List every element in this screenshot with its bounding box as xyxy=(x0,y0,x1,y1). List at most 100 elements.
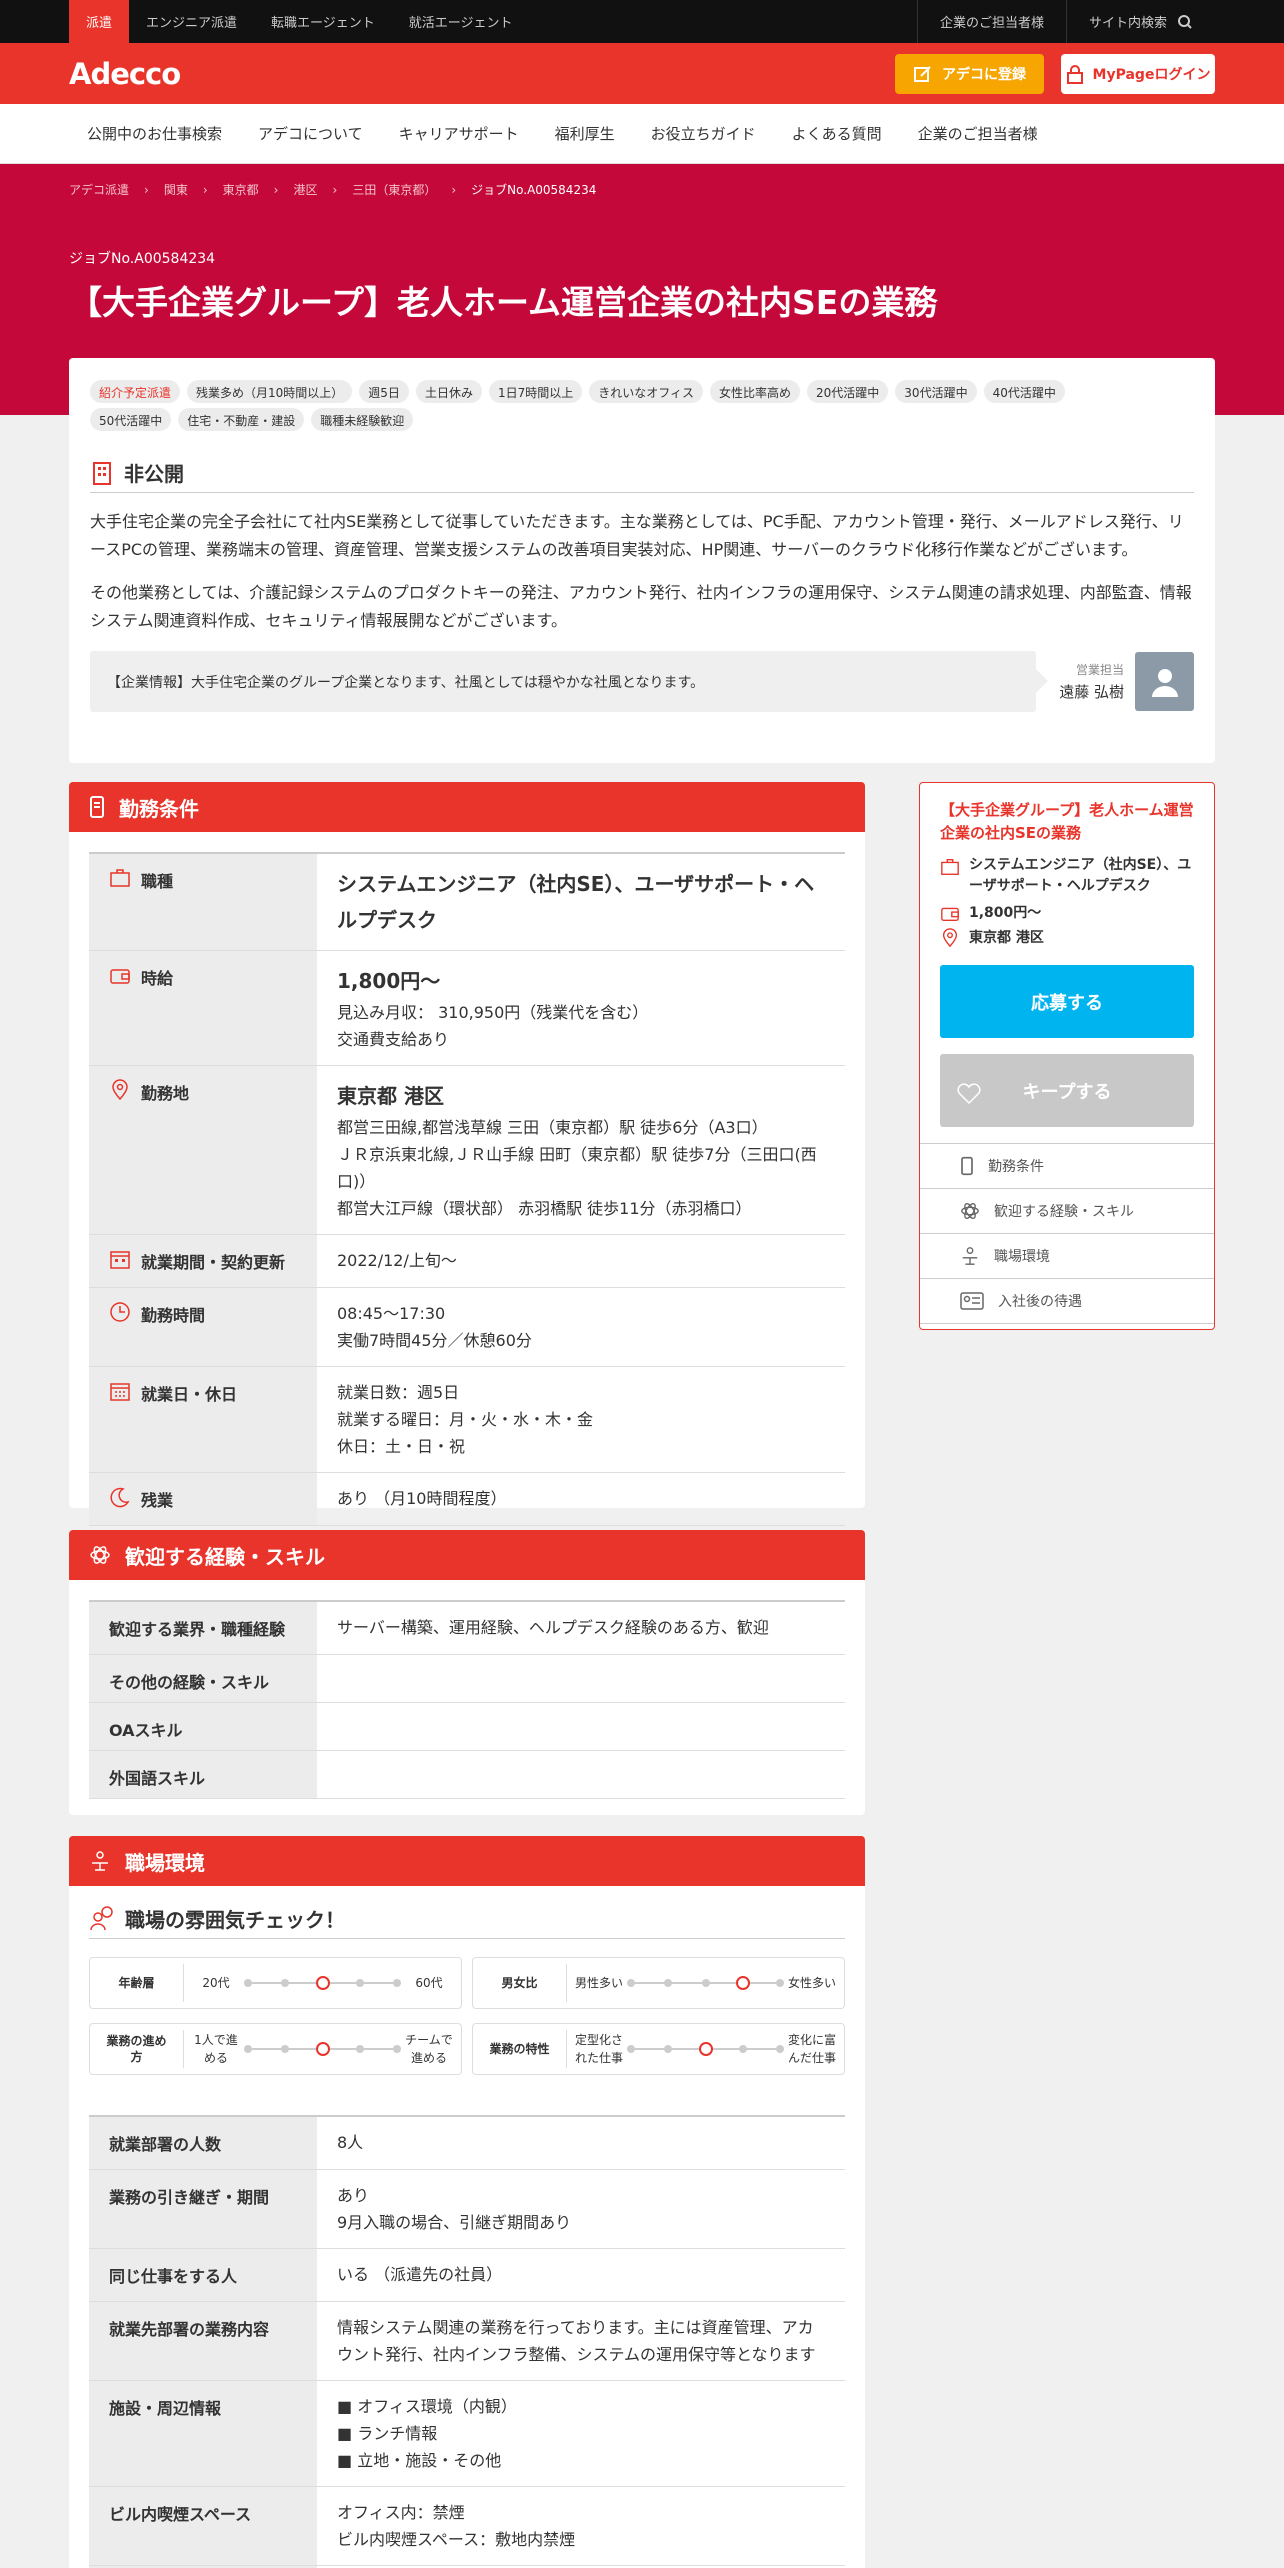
corporate-link[interactable]: 企業のご担当者様 xyxy=(916,0,1066,43)
keep-label: キープする xyxy=(1022,1081,1112,1103)
site-search-label: サイト内検索 xyxy=(1088,16,1167,31)
keep-button[interactable]: キープする xyxy=(940,1054,1194,1127)
site-search-link[interactable]: サイト内検索 xyxy=(1065,0,1215,43)
sidebar-nav-conditions[interactable]: 勤務条件 xyxy=(920,1144,1214,1189)
row-label: その他の経験・スキル xyxy=(89,1655,317,1702)
tag: 土日休み xyxy=(415,380,482,403)
sidebar-nav-skills[interactable]: 歓迎する経験・スキル xyxy=(920,1189,1214,1234)
row-label: 職種 xyxy=(141,872,174,891)
row-label: 外国語スキル xyxy=(89,1751,317,1798)
nav-welfare[interactable]: 福利厚生 xyxy=(537,123,633,144)
table-row: 勤務地 東京都 港区 都営三田線,都営浅草線 三田（東京都）駅 徒歩6分（A3口）… xyxy=(89,1066,845,1235)
row-value xyxy=(317,1655,845,1702)
row-value: いる （派遣先の社員） xyxy=(337,2265,503,2284)
tab-career-agent[interactable]: 転職エージェント xyxy=(254,0,392,43)
sidebar-nav: 勤務条件 歓迎する経験・スキル 職場環境 入社後の待遇 xyxy=(920,1143,1214,1324)
lock-icon xyxy=(1066,64,1083,84)
row-label: 残業 xyxy=(141,1491,174,1510)
skills-table: 歓迎する業界・職種経験 サーバー構築、運用経験、ヘルプデスク経験のある方、歓迎 そ… xyxy=(89,1600,845,1799)
atmosphere-title: 職場の雰囲気チェック！ xyxy=(125,1908,345,1932)
overtime-value: あり （月10時間程度） xyxy=(337,1489,507,1508)
meter-right: 女性多い xyxy=(787,1976,836,1990)
table-row: 残業 あり （月10時間程度） xyxy=(89,1473,845,1526)
meter-right: 60代 xyxy=(415,1976,443,1990)
briefcase-icon xyxy=(941,859,959,875)
apply-button[interactable]: 応募する xyxy=(940,965,1194,1038)
mypage-login-button[interactable]: MyPageログイン xyxy=(1061,53,1215,94)
sidebar-wage-value: 1,800円～ xyxy=(969,905,1042,921)
phone-icon xyxy=(90,796,104,818)
nav-faq[interactable]: よくある質問 xyxy=(774,123,900,144)
sidebar-nav-benefits[interactable]: 入社後の待遇 xyxy=(920,1279,1214,1324)
meter-label: 業務の特性 xyxy=(473,2030,567,2068)
tag: 女性比率高め xyxy=(710,380,801,403)
meter-track xyxy=(244,1974,401,1992)
meter-label: 年齢層 xyxy=(90,1964,184,2002)
table-row: OAスキル xyxy=(89,1703,845,1751)
row-value: 8人 xyxy=(337,2133,364,2152)
row-label: 就業日・休日 xyxy=(141,1385,238,1404)
meter-left: 1人で進める xyxy=(194,2033,238,2065)
breadcrumb-item[interactable]: 港区 xyxy=(293,181,317,198)
wallet-icon xyxy=(110,969,130,984)
edit-icon xyxy=(914,65,931,82)
desk-icon xyxy=(92,1851,108,1871)
header: Adecco アデコに登録 MyPageログイン xyxy=(0,43,1284,104)
table-row: 就業部署の人数 8人 xyxy=(89,2117,845,2170)
meter-step xyxy=(776,1979,784,1987)
sidebar-nav-label: 歓迎する経験・スキル xyxy=(994,1204,1134,1220)
register-button[interactable]: アデコに登録 xyxy=(895,53,1044,94)
meter-step xyxy=(355,1979,364,1987)
table-row: 同じ仕事をする人 いる （派遣先の社員） xyxy=(89,2249,845,2302)
tag: 40代活躍中 xyxy=(983,380,1065,403)
meter-label: 業務の進め方 xyxy=(90,2030,184,2068)
sidebar-nav-workplace[interactable]: 職場環境 xyxy=(920,1234,1214,1279)
staff-name: 遠藤 弘樹 xyxy=(1059,683,1124,701)
meter-marker xyxy=(735,1976,750,1990)
atmosphere-meters: 年齢層 20代 60代 男女比 男性多い 女性多い 業務の進め方 1人で進める … xyxy=(89,1957,845,2075)
breadcrumb-item[interactable]: 関東 xyxy=(164,181,188,198)
meter-step xyxy=(776,2045,784,2053)
facility-link[interactable]: ■ オフィス環境（内観） xyxy=(337,2393,825,2420)
conditions-panel: 勤務条件 職種 システムエンジニア（社内SE）、ユーザサポート・ヘルプデスク 時… xyxy=(69,782,865,1526)
table-row: 外国語スキル xyxy=(89,1751,845,1799)
tag: 残業多め（月10時間以上） xyxy=(187,380,353,403)
table-row: 職種 システムエンジニア（社内SE）、ユーザサポート・ヘルプデスク xyxy=(89,854,845,951)
breadcrumb-item[interactable]: 三田（東京都） xyxy=(352,181,436,198)
transport-note: 交通費支給あり xyxy=(337,1030,450,1049)
meter-step xyxy=(393,2045,401,2053)
sidebar-job-title: 【大手企業グループ】老人ホーム運営企業の社内SEの業務 xyxy=(940,801,1194,842)
page-title: 【大手企業グループ】老人ホーム運営企業の社内SEの業務 xyxy=(69,283,938,322)
row-label: OAスキル xyxy=(89,1703,317,1750)
meter-track xyxy=(627,1974,784,1992)
tag: 30代活躍中 xyxy=(895,380,977,403)
job-type-value: システムエンジニア（社内SE）、ユーザサポート・ヘルプデスク xyxy=(337,872,815,932)
tab-shukatsu-agent[interactable]: 就活エージェント xyxy=(392,0,530,43)
nav-about[interactable]: アデコについて xyxy=(240,123,381,144)
nav-career-support[interactable]: キャリアサポート xyxy=(381,123,537,144)
row-label: 就業先部署の業務内容 xyxy=(89,2302,317,2380)
adecco-logo[interactable]: Adecco xyxy=(69,57,181,91)
nav-corporate[interactable]: 企業のご担当者様 xyxy=(900,123,1056,144)
conditions-header: 勤務条件 xyxy=(69,782,865,832)
row-label: 就業部署の人数 xyxy=(89,2117,317,2169)
facility-link[interactable]: ■ ランチ情報 xyxy=(337,2420,825,2447)
nav-job-search[interactable]: 公開中のお仕事検索 xyxy=(69,123,240,144)
breadcrumb-item[interactable]: 東京都 xyxy=(223,181,259,198)
table-row: 時給 1,800円～ 見込み月収： 310,950円（残業代を含む） 交通費支給あり xyxy=(89,951,845,1066)
station-line: ＪＲ京浜東北線,ＪＲ山手線 田町（東京都）駅 徒歩7分（三田口(西口)） xyxy=(337,1145,817,1191)
facility-link[interactable]: ■ 立地・施設・その他 xyxy=(337,2447,825,2474)
row-value: あり xyxy=(337,2186,370,2205)
meter-step xyxy=(244,2045,252,2053)
tab-haken[interactable]: 派遣 xyxy=(69,0,130,43)
row-label: 同じ仕事をする人 xyxy=(89,2249,317,2301)
sales-staff: 営業担当 遠藤 弘樹 xyxy=(1059,652,1194,711)
meter-track xyxy=(627,2040,784,2058)
nav-guide[interactable]: お役立ちガイド xyxy=(633,123,774,144)
row-value xyxy=(317,1751,845,1798)
tab-engineer-haken[interactable]: エンジニア派遣 xyxy=(129,0,254,43)
tag: 職種未経験歓迎 xyxy=(311,408,414,431)
breadcrumb-item[interactable]: アデコ派遣 xyxy=(69,181,129,198)
atmosphere-heading: 職場の雰囲気チェック！ xyxy=(89,1904,845,1939)
monthly-estimate: 見込み月収： 310,950円（残業代を含む） xyxy=(337,1003,649,1022)
